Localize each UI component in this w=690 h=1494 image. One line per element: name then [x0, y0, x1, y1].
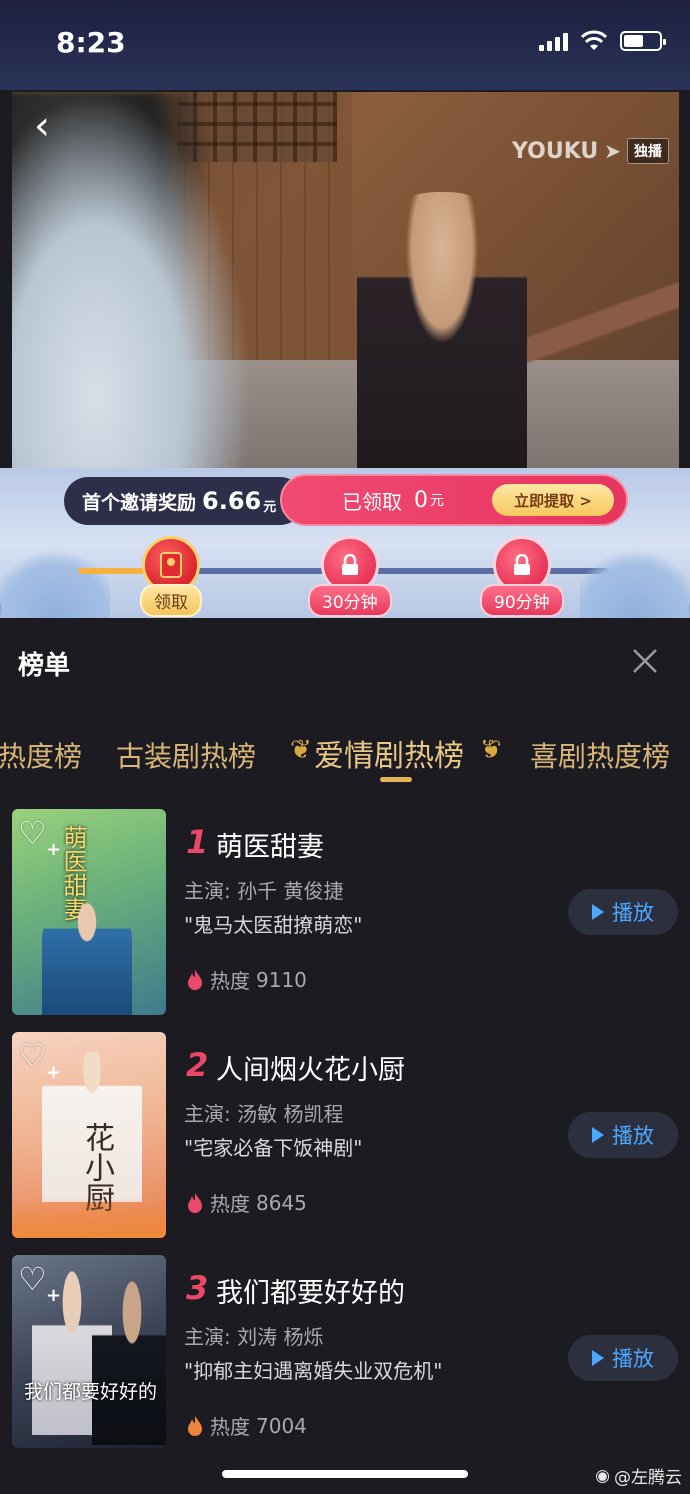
list-item[interactable]: 花小厨 ♡ + 2 人间烟火花小厨 主演: 汤敏 杨凯程 "宅家必备下饭神剧" …	[0, 1032, 690, 1240]
status-icons	[539, 30, 666, 52]
reward-node-90min[interactable]: 90分钟	[480, 536, 564, 617]
back-icon[interactable]: ‹	[34, 106, 64, 146]
status-time: 8:23	[56, 26, 126, 59]
rank-number: 1	[186, 823, 209, 861]
play-icon	[592, 1350, 604, 1366]
play-icon	[592, 1127, 604, 1143]
reward-node-label: 领取	[140, 584, 202, 617]
tab-heat[interactable]: 热度榜	[0, 735, 82, 775]
active-tab-indicator	[380, 777, 412, 782]
rank-number: 3	[186, 1269, 209, 1307]
weibo-watermark: ◉ @左腾云	[595, 1465, 682, 1489]
battery-icon	[620, 31, 666, 51]
status-bar: 8:23	[0, 0, 690, 90]
show-title[interactable]: 我们都要好好的	[216, 1271, 405, 1310]
tab-comedy[interactable]: 喜剧热度榜	[530, 735, 670, 775]
signal-icon	[539, 31, 568, 51]
reward-banner: 首个邀请奖励 6.66 元 已领取 0 元 立即提取 > 领取 30分钟 90分…	[0, 468, 690, 618]
play-button[interactable]: 播放	[568, 889, 678, 935]
reward-node-30min[interactable]: 30分钟	[308, 536, 392, 617]
poster-image[interactable]: 花小厨 ♡ +	[12, 1032, 166, 1238]
show-title[interactable]: 萌医甜妻	[216, 825, 324, 864]
home-indicator[interactable]	[222, 1470, 468, 1478]
play-icon	[592, 904, 604, 920]
reward-node-label: 30分钟	[308, 584, 392, 617]
heat-score: 热度 8645	[186, 1188, 307, 1217]
laurel-right-icon: ❦	[480, 735, 502, 765]
youku-arrow-icon: ➤	[604, 139, 621, 163]
video-player[interactable]: ‹ YOUKU ➤ 独播	[12, 92, 679, 470]
list-item[interactable]: 萌医甜妻 ♡ + 1 萌医甜妻 主演: 孙千 黄俊捷 "鬼马太医甜撩萌恋" 热度…	[0, 809, 690, 1017]
play-button[interactable]: 播放	[568, 1335, 678, 1381]
list-item[interactable]: 我们都要好好的 ♡ + 3 我们都要好好的 主演: 刘涛 杨烁 "抑郁主妇遇离婚…	[0, 1255, 690, 1463]
close-icon[interactable]	[632, 648, 658, 674]
flame-icon	[188, 1192, 202, 1213]
cast-text: 主演: 孙千 黄俊捷	[184, 879, 344, 903]
play-button[interactable]: 播放	[568, 1112, 678, 1158]
tab-costume[interactable]: 古装剧热榜	[116, 735, 256, 775]
cast-text: 主演: 汤敏 杨凯程	[184, 1102, 344, 1126]
withdraw-button[interactable]: 立即提取 >	[492, 484, 614, 516]
tagline-text: "抑郁主妇遇离婚失业双危机"	[184, 1359, 443, 1383]
rank-number: 2	[186, 1046, 209, 1084]
reward-node-label: 90分钟	[480, 584, 564, 617]
heat-score: 热度 9110	[186, 965, 307, 994]
youku-logo: YOUKU ➤ 独播	[512, 138, 669, 164]
poster-image[interactable]: 我们都要好好的 ♡ +	[12, 1255, 166, 1448]
wifi-icon	[580, 30, 608, 50]
show-title[interactable]: 人间烟火花小厨	[216, 1048, 405, 1087]
panel-title: 榜单	[18, 651, 71, 681]
reward-node-claim[interactable]: 领取	[140, 536, 202, 617]
heat-score: 热度 7004	[186, 1411, 307, 1440]
cast-text: 主演: 刘涛 杨烁	[184, 1325, 324, 1349]
claimed-reward-pill: 已领取 0 元 立即提取 >	[280, 474, 628, 526]
tagline-text: "鬼马太医甜撩萌恋"	[184, 913, 363, 937]
weibo-icon: ◉	[595, 1465, 610, 1486]
flame-icon	[188, 1415, 202, 1436]
tagline-text: "宅家必备下饭神剧"	[184, 1136, 363, 1160]
laurel-left-icon: ❦	[290, 735, 312, 765]
chart-tabs: 热度榜 古装剧热榜 ❦ 爱情剧热榜 ❦ 喜剧热度榜	[0, 735, 690, 785]
tab-romance[interactable]: 爱情剧热榜	[314, 731, 464, 775]
poster-image[interactable]: 萌医甜妻 ♡ +	[12, 809, 166, 1015]
flame-icon	[188, 969, 202, 990]
exclusive-badge: 独播	[627, 138, 669, 164]
invite-reward-pill: 首个邀请奖励 6.66 元	[64, 477, 304, 525]
